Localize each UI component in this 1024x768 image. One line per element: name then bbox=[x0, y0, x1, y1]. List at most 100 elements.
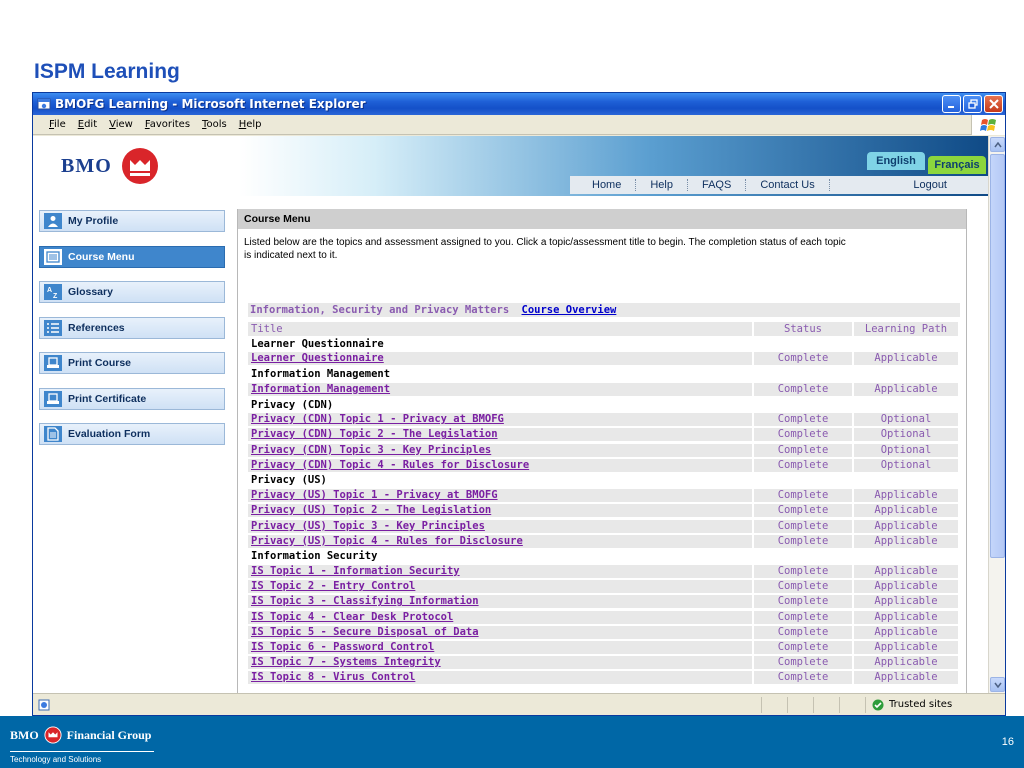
chevron-up-icon bbox=[993, 141, 1002, 147]
topic-link[interactable]: IS Topic 2 - Entry Control bbox=[248, 580, 752, 594]
topic-row: IS Topic 8 - Virus Control Complete Applic… bbox=[248, 670, 960, 685]
sidebar-item-my-profile[interactable]: My Profile bbox=[39, 210, 225, 232]
document-icon bbox=[44, 426, 62, 442]
topics-table: Information, Security and Privacy Matter… bbox=[248, 303, 960, 686]
column-title: Title bbox=[248, 321, 752, 336]
panel-title: Course Menu bbox=[238, 209, 966, 229]
course-title: Information, Security and Privacy Matter… bbox=[250, 304, 510, 316]
window-titlebar[interactable]: BMOFG Learning - Microsoft Internet Expl… bbox=[33, 93, 1005, 115]
slide-title: ISPM Learning bbox=[34, 60, 180, 83]
topic-link[interactable]: IS Topic 5 - Secure Disposal of Data bbox=[248, 625, 752, 639]
menu-bar: File Edit View Favorites Tools Help bbox=[33, 115, 1005, 135]
topic-learning-path: Applicable bbox=[854, 580, 958, 594]
bmo-roundel-icon bbox=[44, 726, 62, 744]
restore-button[interactable] bbox=[963, 95, 982, 113]
menu-icon bbox=[44, 248, 62, 265]
topic-link[interactable]: IS Topic 1 - Information Security bbox=[248, 565, 752, 579]
topic-status: Complete bbox=[754, 443, 852, 457]
close-button[interactable] bbox=[984, 95, 1003, 113]
sidebar-item-references[interactable]: References bbox=[39, 316, 225, 339]
course-overview-link[interactable]: Course Overview bbox=[522, 304, 617, 316]
status-cell bbox=[761, 696, 787, 713]
sidebar-item-glossary[interactable]: AZ Glossary bbox=[39, 281, 225, 303]
topic-group-title: Learner Questionnaire bbox=[251, 337, 384, 350]
topic-link[interactable]: IS Topic 6 - Password Control bbox=[248, 641, 752, 655]
top-nav: Home Help FAQS Contact Us Logout bbox=[570, 176, 989, 194]
scroll-thumb[interactable] bbox=[990, 154, 1005, 558]
bmo-logo[interactable]: BMO bbox=[33, 136, 239, 196]
topic-learning-path: Applicable bbox=[854, 565, 958, 579]
sidebar-item-label: Print Course bbox=[68, 357, 132, 369]
scroll-up-button[interactable] bbox=[990, 137, 1005, 152]
topic-link[interactable]: Privacy (US) Topic 3 - Key Principles bbox=[248, 519, 752, 533]
sidebar-item-evaluation-form[interactable]: Evaluation Form bbox=[39, 423, 225, 445]
scroll-down-button[interactable] bbox=[990, 677, 1005, 692]
menu-edit[interactable]: Edit bbox=[78, 119, 97, 130]
topic-status: Complete bbox=[754, 565, 852, 579]
topic-link[interactable]: Privacy (US) Topic 1 - Privacy at BMOFG bbox=[248, 489, 752, 503]
security-zone[interactable]: Trusted sites bbox=[865, 696, 1005, 713]
topic-learning-path: Applicable bbox=[854, 641, 958, 655]
topic-learning-path: Applicable bbox=[854, 656, 958, 670]
nav-help[interactable]: Help bbox=[636, 179, 688, 191]
topic-learning-path: Applicable bbox=[854, 519, 958, 533]
topic-row: Privacy (US) Topic 2 - The Legislation Co… bbox=[248, 503, 960, 518]
sidebar-item-print-course[interactable]: Print Course bbox=[39, 352, 225, 374]
topic-row: IS Topic 2 - Entry Control Complete Applic… bbox=[248, 579, 960, 594]
vertical-scrollbar[interactable] bbox=[988, 136, 1005, 693]
slide-footer: BMO Financial Group Technology and Solut… bbox=[0, 716, 1024, 768]
sidebar-item-course-menu[interactable]: Course Menu bbox=[39, 245, 225, 268]
bmo-roundel-icon bbox=[121, 148, 158, 184]
topic-row: IS Topic 5 - Secure Disposal of Data Comp… bbox=[248, 625, 960, 640]
english-button[interactable]: English bbox=[867, 152, 925, 170]
topic-row: Privacy (US) Topic 1 - Privacy at BMOFG C… bbox=[248, 488, 960, 503]
topic-status: Complete bbox=[754, 595, 852, 609]
topic-link[interactable]: Learner Questionnaire bbox=[248, 352, 752, 366]
status-cell bbox=[839, 696, 865, 713]
nav-home[interactable]: Home bbox=[570, 179, 637, 191]
topic-group-title: Privacy (CDN) bbox=[251, 398, 334, 411]
minimize-button[interactable] bbox=[942, 95, 961, 113]
menu-favorites[interactable]: Favorites bbox=[145, 119, 190, 130]
column-status: Status bbox=[754, 321, 852, 336]
topic-link[interactable]: IS Topic 4 - Clear Desk Protocol bbox=[248, 610, 752, 624]
topic-link[interactable]: Information Management bbox=[248, 382, 752, 396]
printer-icon bbox=[44, 390, 62, 407]
topic-link[interactable]: IS Topic 8 - Virus Control bbox=[248, 671, 752, 685]
nav-logout[interactable]: Logout bbox=[899, 179, 989, 191]
topic-group-title: Information Management bbox=[251, 368, 391, 381]
menu-view[interactable]: View bbox=[109, 119, 133, 130]
topic-status: Complete bbox=[754, 352, 852, 366]
minimize-icon bbox=[948, 105, 954, 108]
topic-link[interactable]: Privacy (CDN) Topic 1 - Privacy at BMOFG bbox=[248, 413, 752, 427]
topic-status: Complete bbox=[754, 656, 852, 670]
topic-link[interactable]: IS Topic 7 - Systems Integrity bbox=[248, 656, 752, 670]
sidebar-item-label: Course Menu bbox=[68, 250, 135, 263]
intro-text: Listed below are the topics and assessme… bbox=[244, 237, 846, 261]
topic-learning-path: Optional bbox=[854, 458, 958, 472]
menu-file[interactable]: File bbox=[49, 119, 66, 130]
topic-link[interactable]: Privacy (CDN) Topic 2 - The Legislation bbox=[248, 428, 752, 442]
topic-row: IS Topic 3 - Classifying Information Comp… bbox=[248, 594, 960, 609]
topic-status: Complete bbox=[754, 641, 852, 655]
column-learning-path: Learning Path bbox=[854, 321, 958, 336]
topic-learning-path: Applicable bbox=[854, 610, 958, 624]
topic-link[interactable]: Privacy (CDN) Topic 4 - Rules for Disclo… bbox=[248, 458, 752, 472]
page-done-icon bbox=[37, 698, 55, 712]
menu-tools[interactable]: Tools bbox=[202, 119, 227, 130]
topic-row: IS Topic 1 - Information Security Complet… bbox=[248, 564, 960, 579]
topic-learning-path: Applicable bbox=[854, 352, 958, 366]
nav-faqs[interactable]: FAQS bbox=[688, 179, 747, 191]
nav-contact-us[interactable]: Contact Us bbox=[746, 179, 830, 191]
topic-learning-path: Optional bbox=[854, 443, 958, 457]
topic-group-row: Information Security bbox=[248, 549, 960, 564]
topic-status: Complete bbox=[754, 625, 852, 639]
topic-link[interactable]: Privacy (US) Topic 4 - Rules for Disclos… bbox=[248, 534, 752, 548]
french-button[interactable]: Français bbox=[928, 156, 986, 174]
topic-learning-path: Applicable bbox=[854, 671, 958, 685]
sidebar-item-print-certificate[interactable]: Print Certificate bbox=[39, 387, 225, 410]
menu-help[interactable]: Help bbox=[239, 119, 262, 130]
topic-link[interactable]: Privacy (CDN) Topic 3 - Key Principles bbox=[248, 443, 752, 457]
topic-link[interactable]: Privacy (US) Topic 2 - The Legislation bbox=[248, 504, 752, 518]
topic-link[interactable]: IS Topic 3 - Classifying Information bbox=[248, 595, 752, 609]
